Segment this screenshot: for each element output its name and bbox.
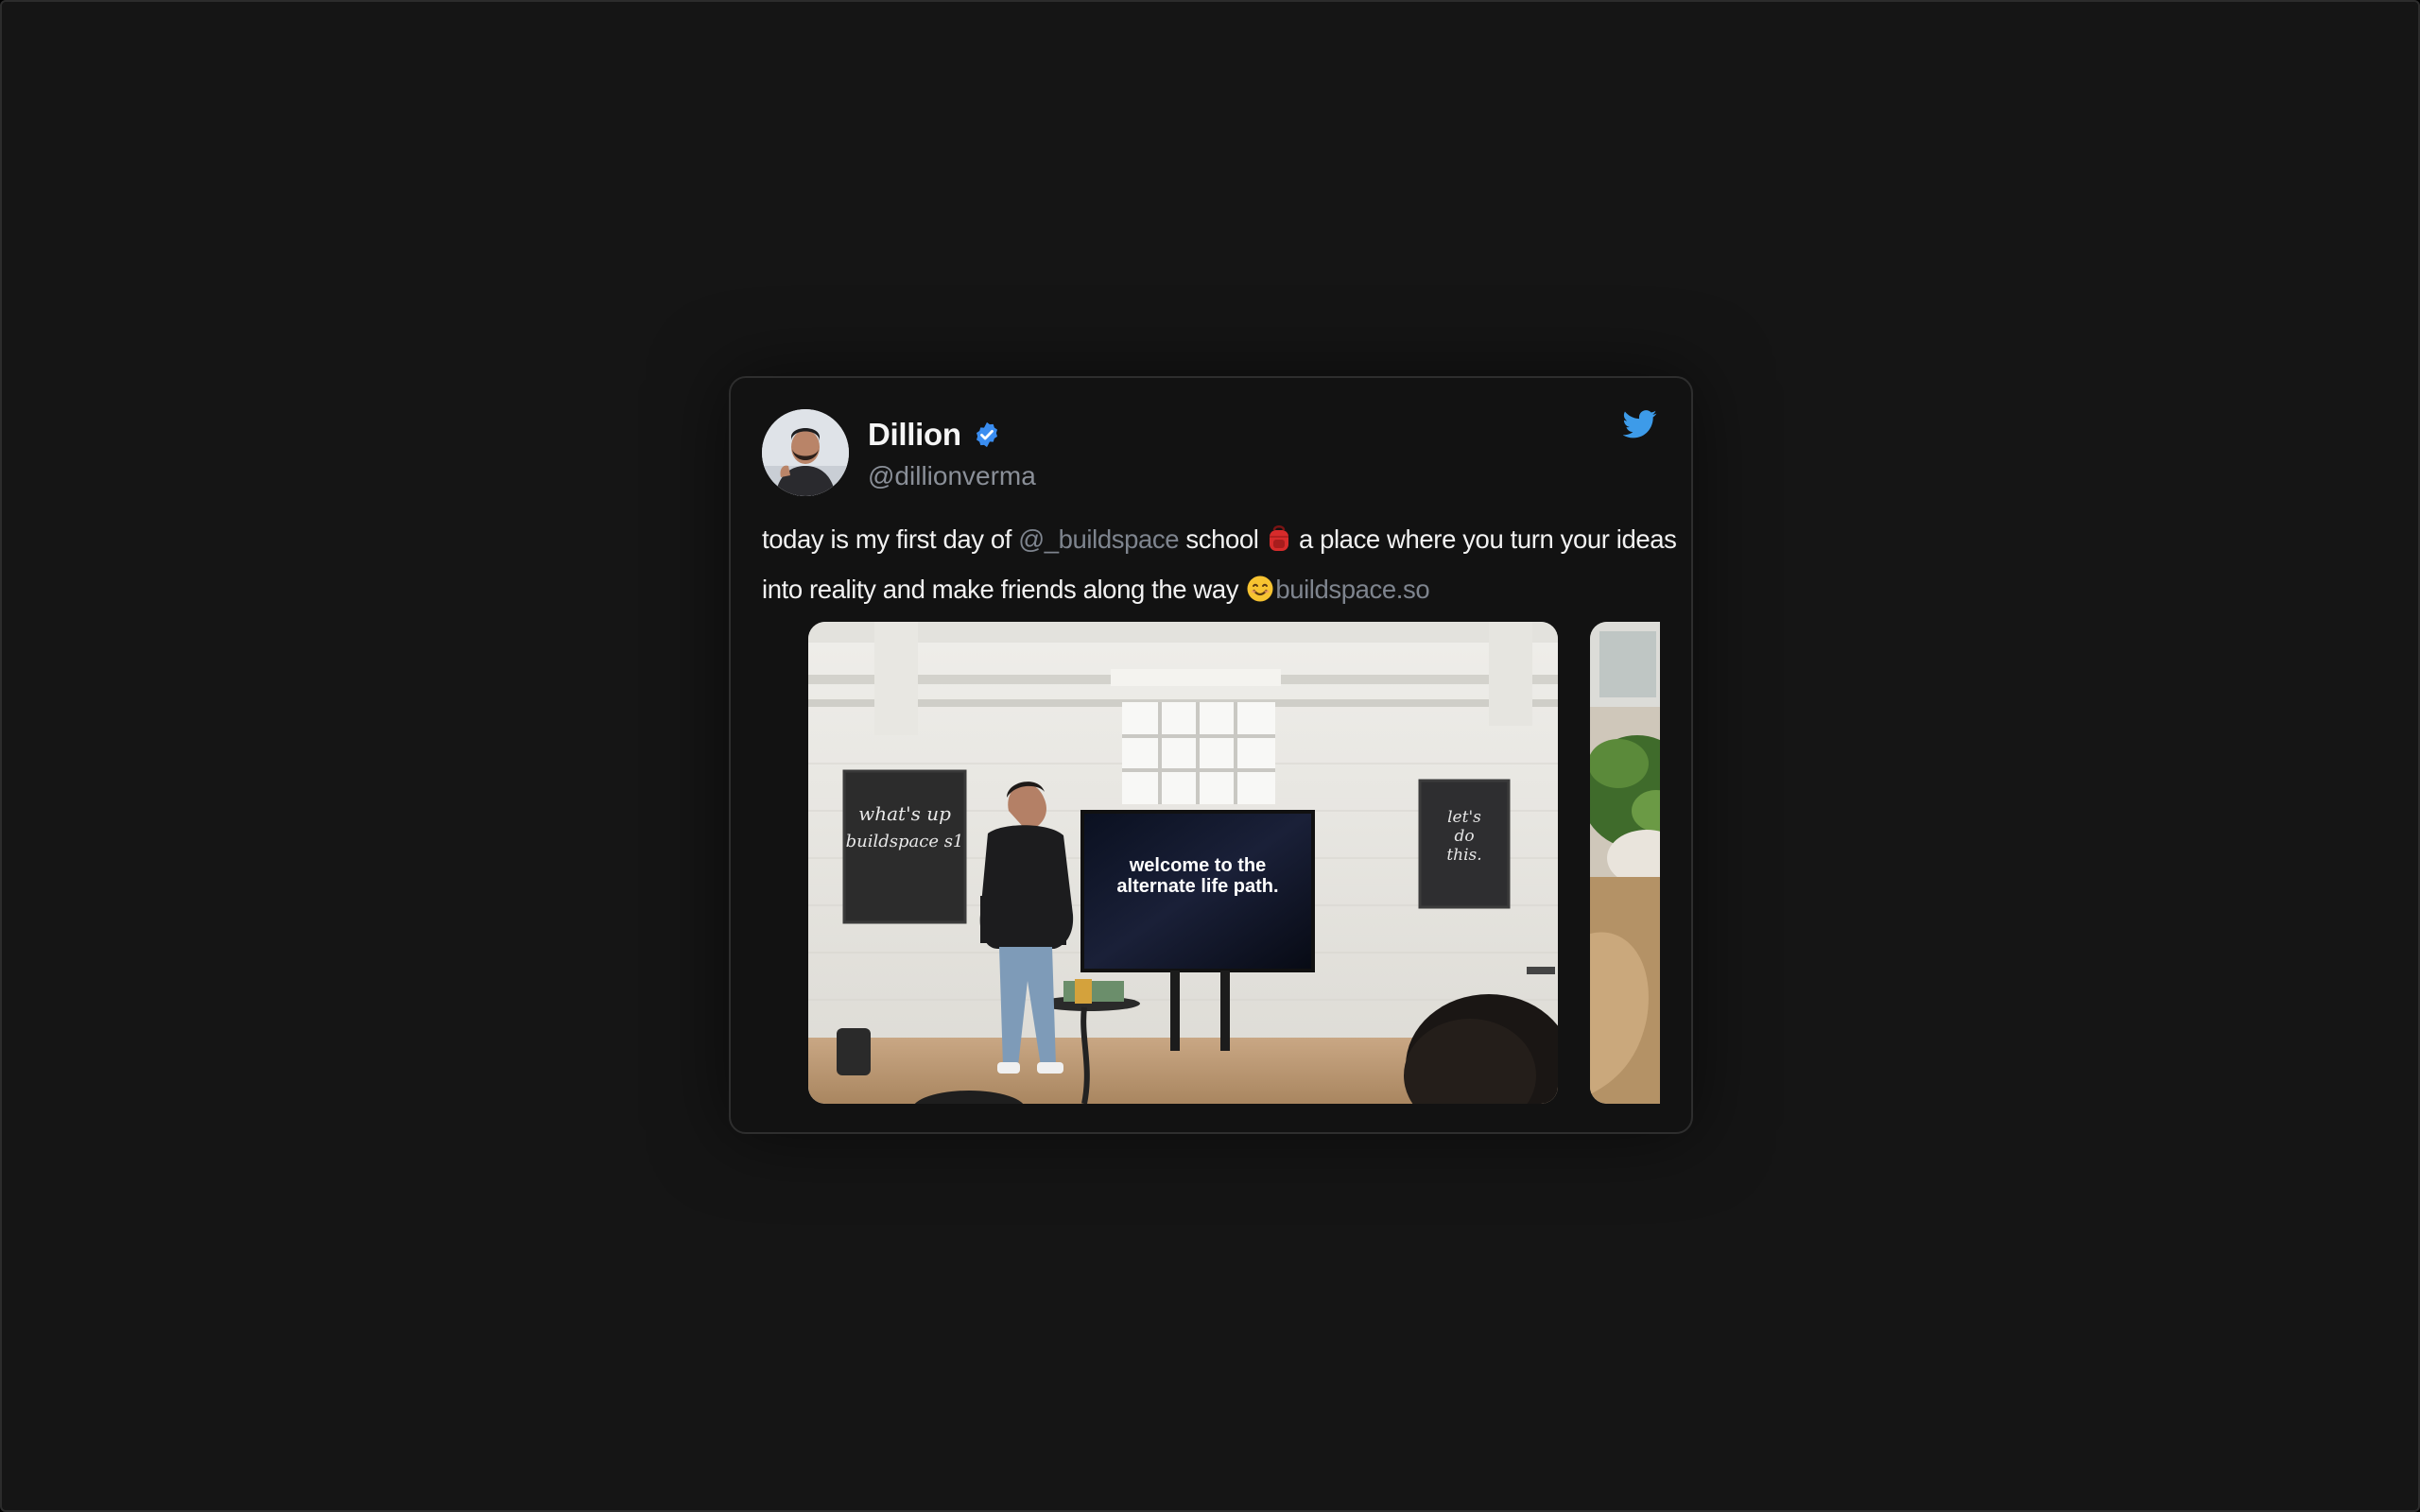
author-avatar[interactable] [762,409,849,496]
tweet-photo-next[interactable] [1590,622,1660,1104]
tweet-text-line-2: into reality and make friends along the … [762,567,1669,617]
external-link[interactable]: buildspace.so [1275,575,1429,604]
backpack-emoji [1267,522,1291,567]
chalkboard-right-line-1: let's [1447,808,1481,827]
twitter-bird-icon[interactable] [1623,410,1657,438]
tweet-text-segment: into reality and make friends along the … [762,575,1246,604]
tweet-text-line-1: today is my first day of @_buildspace sc… [762,517,1677,567]
tweet-text-segment: school [1179,524,1266,554]
chalkboard-left-line-2: buildspace s1 [846,832,964,851]
media-carousel[interactable]: what's up buildspace s1 let's do this. w… [762,622,1660,1104]
author-handle[interactable]: @dillionverma [868,461,1036,491]
app-window: Dillion @dillionverma today is my first … [0,0,2420,1512]
tweet-card[interactable]: Dillion @dillionverma today is my first … [729,376,1693,1134]
chalkboard-right-line-3: this. [1446,846,1481,865]
screen-line-2: alternate life path. [1116,876,1278,897]
mention-link[interactable]: @_buildspace [1018,524,1179,554]
tweet-text-segment: today is my first day of [762,524,1019,554]
tweet-photo[interactable]: what's up buildspace s1 let's do this. w… [808,622,1558,1104]
smiling-face-emoji [1246,572,1274,617]
author-name[interactable]: Dillion [868,417,961,453]
screen-line-1: welcome to the [1129,855,1266,876]
tweet-text: today is my first day of @_buildspace sc… [762,517,1677,617]
chalkboard-left-line-1: what's up [858,802,951,825]
verified-badge-icon [973,421,1001,449]
chalkboard-right-line-2: do [1454,827,1474,846]
tweet-text-segment: a place where you turn your ideas [1291,524,1677,554]
author-name-row: Dillion [868,414,1001,455]
